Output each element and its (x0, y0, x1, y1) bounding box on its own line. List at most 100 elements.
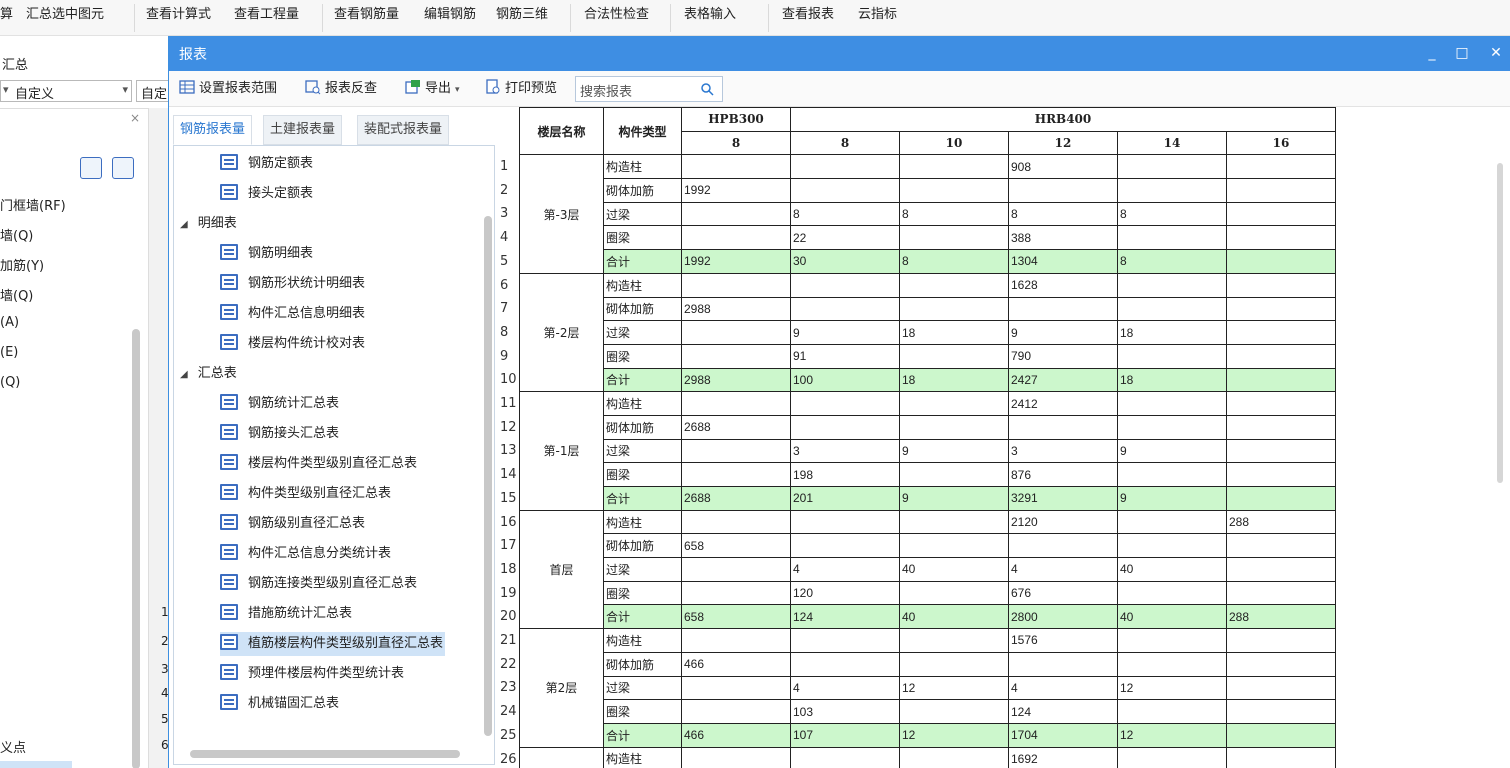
value-cell[interactable] (681, 343, 791, 369)
value-cell[interactable] (681, 438, 791, 464)
list-item[interactable]: (E) (0, 345, 18, 360)
value-cell[interactable] (1226, 225, 1336, 251)
value-cell[interactable] (790, 628, 900, 653)
value-cell[interactable] (1226, 201, 1336, 227)
tree-item[interactable]: 机械锚固汇总表 (220, 692, 339, 716)
value-cell[interactable] (1117, 462, 1227, 487)
value-cell[interactable]: 2688 (681, 414, 791, 440)
list-item[interactable]: (Q) (0, 375, 20, 390)
value-cell[interactable]: 107 (790, 722, 900, 748)
floor-name-cell[interactable]: 第2层 (519, 628, 604, 748)
component-type-cell[interactable]: 构造柱 (603, 272, 682, 298)
value-cell[interactable] (1226, 367, 1336, 393)
report-window-titlebar[interactable]: 报表 _ □ ✕ (169, 37, 1510, 71)
tree-item[interactable]: 构件汇总信息明细表 (220, 302, 365, 326)
value-cell[interactable]: 1692 (1008, 746, 1118, 768)
value-cell[interactable] (1226, 178, 1336, 203)
value-cell[interactable] (1008, 533, 1118, 559)
ribbon-summarize-selected[interactable]: 汇总选中图元 (26, 0, 104, 34)
value-cell[interactable]: 12 (1117, 675, 1227, 701)
value-cell[interactable] (681, 462, 791, 487)
value-cell[interactable] (681, 201, 791, 227)
value-cell[interactable] (1117, 746, 1227, 768)
value-cell[interactable] (790, 533, 900, 559)
ribbon-view-rebar[interactable]: 查看钢筋量 (334, 0, 399, 34)
value-cell[interactable] (1226, 438, 1336, 464)
floor-name-cell[interactable]: 第-2层 (519, 272, 604, 393)
value-cell[interactable] (899, 533, 1009, 559)
value-cell[interactable] (790, 651, 900, 677)
component-type-cell[interactable]: 砌体加筋 (603, 651, 682, 677)
component-type-cell[interactable]: 圈梁 (603, 580, 682, 606)
component-type-cell[interactable]: 过梁 (603, 557, 682, 582)
value-cell[interactable]: 2120 (1008, 509, 1118, 535)
value-cell[interactable] (1117, 343, 1227, 369)
value-cell[interactable]: 4 (1008, 557, 1118, 582)
component-type-cell[interactable]: 过梁 (603, 201, 682, 227)
value-cell[interactable] (1226, 343, 1336, 369)
value-cell[interactable] (681, 746, 791, 768)
value-cell[interactable] (899, 699, 1009, 724)
maximize-icon[interactable]: □ (1451, 42, 1473, 64)
component-type-cell[interactable]: 构造柱 (603, 509, 682, 535)
collapse-triangle-icon[interactable]: ◢ (180, 363, 188, 387)
value-cell[interactable]: 4 (790, 557, 900, 582)
tree-group-summary[interactable]: ◢ 汇总表 (180, 362, 237, 386)
component-type-cell[interactable]: 构造柱 (603, 391, 682, 416)
value-cell[interactable]: 2988 (681, 367, 791, 393)
value-cell[interactable] (1117, 699, 1227, 724)
value-cell[interactable]: 288 (1226, 509, 1336, 535)
value-cell[interactable] (1117, 296, 1227, 322)
value-cell[interactable] (899, 651, 1009, 677)
component-type-cell[interactable]: 砌体加筋 (603, 533, 682, 559)
value-cell[interactable]: 30 (790, 249, 900, 274)
search-input[interactable]: 搜索报表 (575, 76, 723, 102)
component-type-cell[interactable]: 圈梁 (603, 699, 682, 724)
tree-item-selected[interactable]: 植筋楼层构件类型级别直径汇总表 (220, 632, 446, 656)
tree-item[interactable]: 构件类型级别直径汇总表 (220, 482, 391, 506)
value-cell[interactable] (1008, 296, 1118, 322)
value-cell[interactable]: 908 (1008, 154, 1118, 180)
value-cell[interactable]: 288 (1226, 604, 1336, 630)
collapse-triangle-icon[interactable]: ◢ (180, 213, 188, 237)
value-cell[interactable]: 1992 (681, 249, 791, 274)
value-cell[interactable]: 8 (790, 201, 900, 227)
value-cell[interactable] (899, 154, 1009, 180)
value-cell[interactable] (681, 272, 791, 298)
value-cell[interactable]: 18 (899, 367, 1009, 393)
value-cell[interactable] (1117, 414, 1227, 440)
value-cell[interactable]: 8 (899, 249, 1009, 274)
value-cell[interactable] (1226, 580, 1336, 606)
value-cell[interactable]: 2427 (1008, 367, 1118, 393)
grid-vertical-scrollbar[interactable] (1497, 163, 1503, 483)
value-cell[interactable]: 22 (790, 225, 900, 251)
value-cell[interactable] (1117, 651, 1227, 677)
list-item[interactable]: 门框墙(RF) (0, 195, 66, 214)
value-cell[interactable] (790, 746, 900, 768)
tree-item[interactable]: 钢筋连接类型级别直径汇总表 (220, 572, 417, 596)
value-cell[interactable]: 3 (1008, 438, 1118, 464)
value-cell[interactable]: 1704 (1008, 722, 1118, 748)
floor-name-cell[interactable]: 首层 (519, 509, 604, 630)
value-cell[interactable] (899, 296, 1009, 322)
custom-select[interactable]: ▾ 自定义 ▾ (0, 80, 132, 102)
component-type-cell[interactable]: 圈梁 (603, 225, 682, 251)
print-preview-button[interactable]: 打印预览 (485, 79, 557, 99)
value-cell[interactable] (1117, 628, 1227, 653)
value-cell[interactable] (1226, 675, 1336, 701)
value-cell[interactable]: 466 (681, 651, 791, 677)
value-cell[interactable]: 1628 (1008, 272, 1118, 298)
ribbon-calc[interactable]: 算 (0, 0, 13, 34)
value-cell[interactable] (1226, 651, 1336, 677)
value-cell[interactable] (681, 225, 791, 251)
value-cell[interactable] (681, 675, 791, 701)
floor-name-cell[interactable]: 第-1层 (519, 391, 604, 511)
value-cell[interactable]: 4 (790, 675, 900, 701)
value-cell[interactable]: 388 (1008, 225, 1118, 251)
value-cell[interactable]: 103 (790, 699, 900, 724)
value-cell[interactable] (899, 272, 1009, 298)
value-cell[interactable]: 790 (1008, 343, 1118, 369)
value-cell[interactable] (1008, 178, 1118, 203)
value-cell[interactable] (681, 699, 791, 724)
value-cell[interactable] (1226, 272, 1336, 298)
